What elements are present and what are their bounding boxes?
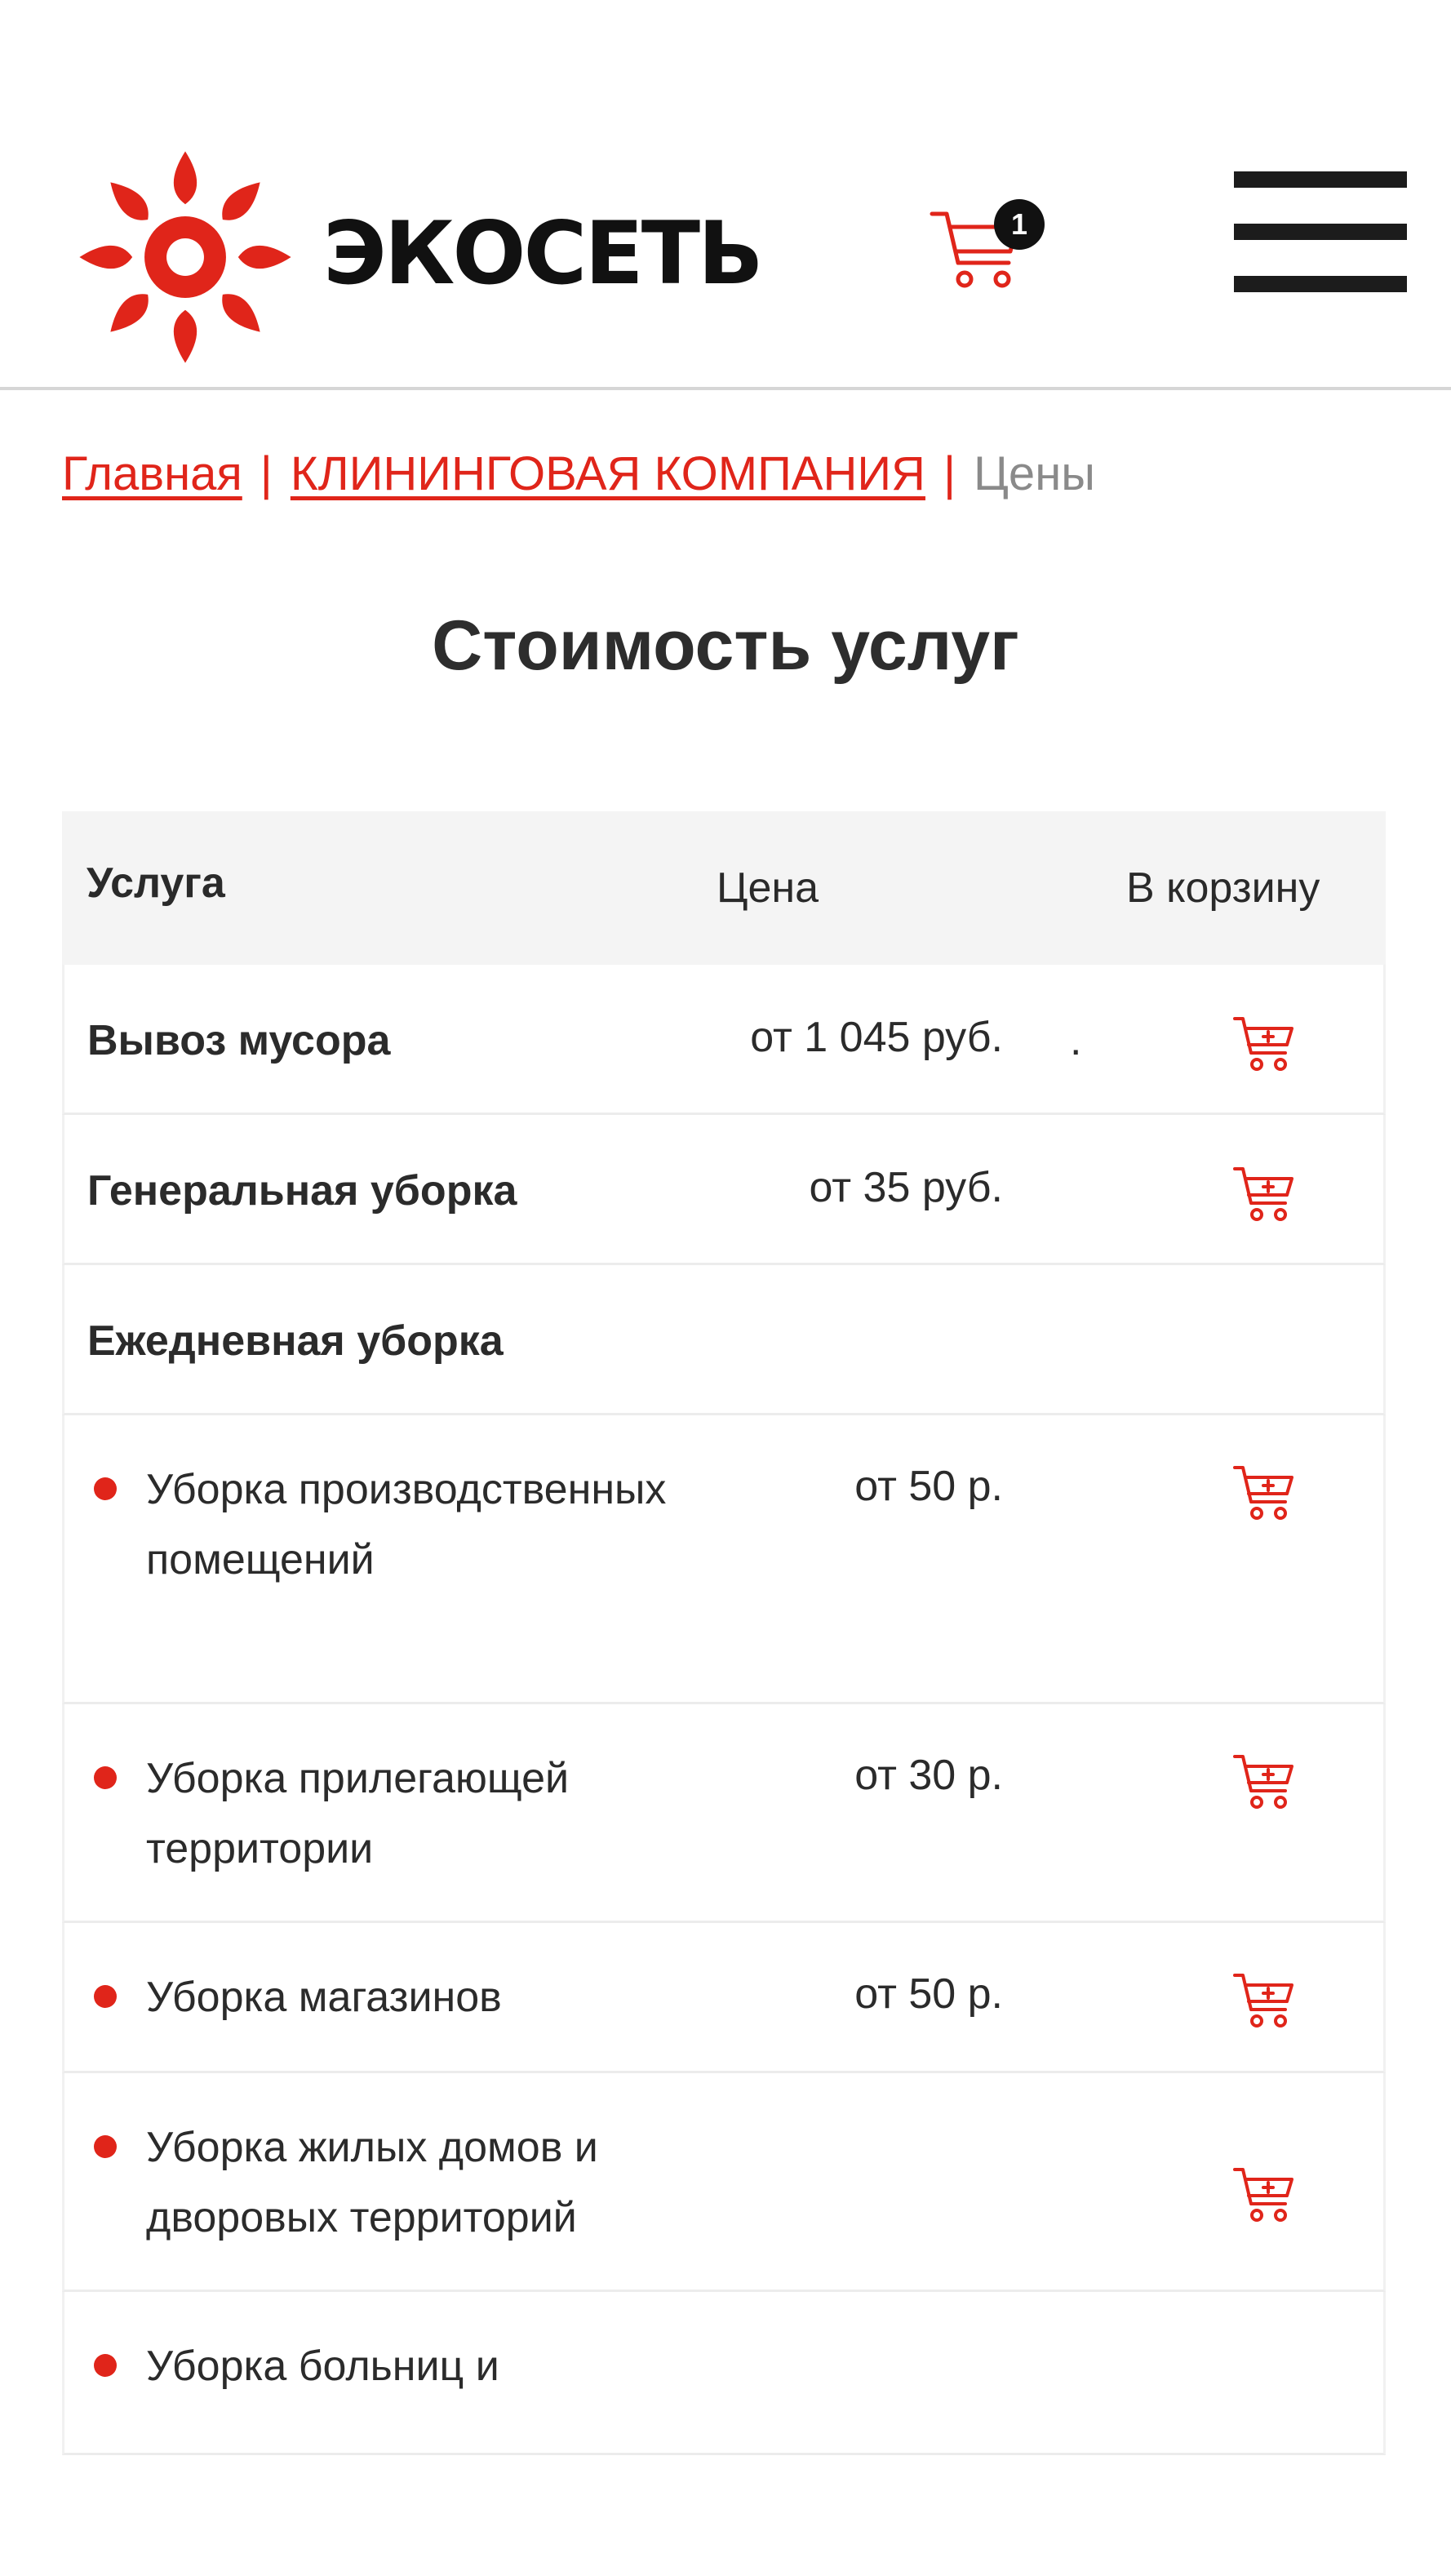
service-price: от 35 руб. [809, 1164, 1003, 1211]
table-row: Уборка больниц и [62, 2292, 1386, 2455]
service-name: Генеральная уборка [87, 1167, 517, 1215]
breadcrumb-separator: | [943, 447, 956, 500]
column-header-price: Цена [717, 864, 819, 912]
site-header: ЭКОСЕТЬ 1 [0, 0, 1451, 390]
service-name: Уборка производственных помещений [146, 1466, 667, 1583]
breadcrumb: Главная | КЛИНИНГОВАЯ КОМПАНИЯ | Цены [62, 446, 1095, 503]
cart-count-badge: 1 [994, 199, 1045, 250]
breadcrumb-section-link[interactable]: КЛИНИНГОВАЯ КОМПАНИЯ [291, 447, 925, 500]
table-header: Услуга Цена В корзину [62, 811, 1386, 965]
table-row: Генеральная уборка от 35 руб. [62, 1115, 1386, 1265]
logo-text[interactable]: ЭКОСЕТЬ [323, 211, 764, 297]
table-row: Вывоз мусора от 1 045 руб.. [62, 965, 1386, 1115]
add-to-cart-icon[interactable] [1231, 1969, 1297, 2031]
add-to-cart-icon[interactable] [1231, 2163, 1297, 2225]
add-to-cart-icon[interactable] [1231, 1461, 1297, 1523]
stray-mark: . [1070, 1017, 1082, 1064]
table-row: Уборка магазинов от 50 р. [62, 1923, 1386, 2073]
service-name: Уборка больниц и [146, 2343, 499, 2390]
table-row: Уборка прилегающей территории от 30 р. [62, 1704, 1386, 1923]
breadcrumb-current: Цены [974, 447, 1095, 500]
add-to-cart-icon[interactable] [1231, 1750, 1297, 1812]
service-name: Вывоз мусора [87, 1017, 391, 1064]
breadcrumb-home-link[interactable]: Главная [62, 447, 242, 500]
table-body: Вывоз мусора от 1 045 руб.. Генеральная уб… [62, 965, 1386, 2455]
service-price: от 50 р. [854, 1463, 1003, 1510]
bullet-icon [94, 1477, 117, 1500]
column-header-service: Услуга [87, 859, 225, 907]
price-table: Услуга Цена В корзину Вывоз мусора от 1 0… [62, 811, 1386, 2455]
column-header-add-to-cart: В корзину [1126, 864, 1320, 912]
page-title: Стоимость услуг [432, 606, 1019, 685]
bullet-icon [94, 2354, 117, 2377]
service-name: Уборка жилых домов и дворовых территорий [146, 2124, 598, 2241]
add-to-cart-icon[interactable] [1231, 1162, 1297, 1224]
add-to-cart-icon[interactable] [1231, 1012, 1297, 1074]
bullet-icon [94, 1985, 117, 2008]
service-name: Уборка магазинов [146, 1974, 502, 2021]
bullet-icon [94, 1766, 117, 1789]
service-name: Ежедневная уборка [87, 1317, 504, 1365]
service-price: от 30 р. [854, 1752, 1003, 1799]
service-price: от 1 045 руб. [750, 1014, 1003, 1061]
table-row: Ежедневная уборка [62, 1265, 1386, 1415]
table-row: Уборка жилых домов и дворовых территорий [62, 2073, 1386, 2292]
hamburger-menu-icon[interactable] [1234, 171, 1407, 294]
service-name: Уборка прилегающей территории [146, 1755, 570, 1872]
bullet-icon [94, 2135, 117, 2158]
sun-logo-icon[interactable] [75, 147, 295, 367]
service-price: от 50 р. [854, 1970, 1003, 2018]
table-row: Уборка производственных помещений от 50 р… [62, 1415, 1386, 1704]
breadcrumb-separator: | [260, 447, 273, 500]
